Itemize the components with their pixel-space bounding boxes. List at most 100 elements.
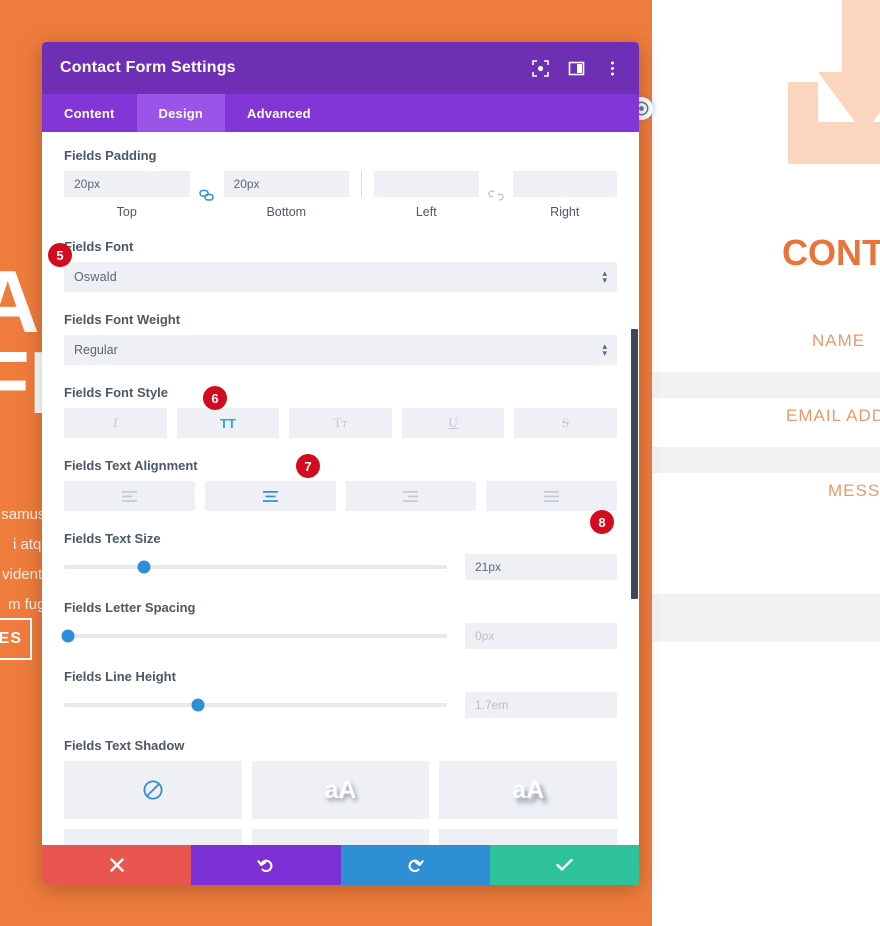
cancel-button[interactable] xyxy=(42,845,192,885)
group-fields-text-shadow: Fields Text Shadow aA aA xyxy=(64,738,617,845)
save-button[interactable] xyxy=(489,845,639,885)
label-fields-text-size: Fields Text Size xyxy=(64,531,161,546)
group-fields-font-weight: Fields Font Weight Regular ▴ ▾ xyxy=(64,312,617,365)
padding-top-caption: Top xyxy=(116,205,137,219)
align-center-button[interactable] xyxy=(204,481,336,511)
shadow-sample-4: aA xyxy=(325,844,357,846)
modal-body: Fields Padding 20px Top 20px Bottom Left… xyxy=(42,132,639,845)
small-caps-icon: Tт xyxy=(333,415,348,430)
group-fields-padding: Fields Padding 20px Top 20px Bottom Left… xyxy=(64,148,618,219)
italic-icon: I xyxy=(113,415,118,430)
redo-button[interactable] xyxy=(340,845,490,885)
font-style-button-group: I TT Tт U S xyxy=(64,408,617,438)
fields-font-value: Oswald xyxy=(74,270,117,284)
label-fields-text-shadow: Fields Text Shadow xyxy=(64,738,185,753)
slider-thumb[interactable] xyxy=(191,698,205,712)
focus-target-icon[interactable] xyxy=(531,59,549,77)
label-fields-font: Fields Font xyxy=(64,239,134,254)
text-shadow-4-button[interactable]: aA xyxy=(251,829,430,846)
undo-button[interactable] xyxy=(191,845,341,885)
text-size-slider[interactable] xyxy=(64,557,447,577)
padding-right-caption: Right xyxy=(550,205,580,219)
text-shadow-none-button[interactable] xyxy=(64,761,242,819)
page-cta-button[interactable]: ES xyxy=(0,618,32,660)
scrollbar-thumb[interactable] xyxy=(631,329,638,599)
line-height-input[interactable]: 1.7em xyxy=(465,692,617,718)
tab-content[interactable]: Content xyxy=(42,94,137,132)
shadow-sample-1: aA xyxy=(324,775,357,804)
page-contact-title: CONTACT xyxy=(782,232,880,273)
underline-icon: U xyxy=(448,415,458,430)
more-vertical-icon[interactable] xyxy=(603,59,621,77)
page-field-input-email[interactable] xyxy=(652,447,880,473)
letter-spacing-slider[interactable] xyxy=(61,626,447,646)
no-shadow-icon xyxy=(143,780,163,800)
layout-panel-icon[interactable] xyxy=(567,59,585,77)
padding-top-input[interactable]: 20px xyxy=(64,171,190,197)
line-height-slider[interactable] xyxy=(64,695,447,715)
group-fields-text-size: Fields Text Size 21px xyxy=(64,531,617,580)
padding-bottom-input[interactable]: 20px xyxy=(223,171,350,197)
label-fields-font-weight: Fields Font Weight xyxy=(64,312,181,327)
text-alignment-button-group xyxy=(64,481,617,511)
font-style-italic-button[interactable]: I xyxy=(64,408,167,438)
page-field-input-message[interactable] xyxy=(652,594,880,642)
fields-font-weight-select[interactable]: Regular ▴ ▾ xyxy=(64,335,617,365)
align-left-button[interactable] xyxy=(64,481,195,511)
text-shadow-3-button[interactable]: aA xyxy=(64,829,242,845)
shadow-sample-3: aA xyxy=(137,844,169,846)
link-top-bottom-icon[interactable] xyxy=(190,189,224,202)
slider-thumb[interactable] xyxy=(137,560,151,574)
fields-font-select[interactable]: Oswald ▴ ▾ xyxy=(64,262,617,292)
slider-thumb[interactable] xyxy=(61,629,75,643)
align-right-icon xyxy=(403,490,419,502)
padding-divider xyxy=(361,171,363,197)
check-icon xyxy=(556,858,573,871)
screen: AN FM samus e i atque vident, s m fuga. … xyxy=(0,0,880,926)
label-fields-letter-spacing: Fields Letter Spacing xyxy=(64,600,196,615)
font-style-uppercase-button[interactable]: TT xyxy=(176,408,280,438)
shadow-sample-2: aA xyxy=(512,775,545,804)
page-field-input-name[interactable] xyxy=(652,372,880,398)
select-arrows-icon: ▴ ▾ xyxy=(602,341,607,358)
undo-icon xyxy=(257,859,273,872)
group-fields-font: Fields Font Oswald ▴ ▾ xyxy=(64,239,617,292)
align-left-icon xyxy=(121,490,137,502)
padding-left-input[interactable] xyxy=(374,171,479,197)
text-shadow-1-button[interactable]: aA xyxy=(251,761,430,819)
shadow-sample-5: aA xyxy=(512,844,544,846)
label-fields-font-style: Fields Font Style xyxy=(64,385,169,400)
modal-scrollbar[interactable] xyxy=(631,132,639,845)
group-fields-font-style: Fields Font Style I TT Tт U S xyxy=(64,385,617,438)
font-style-strikethrough-button[interactable]: S xyxy=(514,408,617,438)
page-field-label-name: NAME xyxy=(812,331,866,350)
group-fields-line-height: Fields Line Height 1.7em xyxy=(64,669,617,718)
annotation-badge-7: 7 xyxy=(296,454,320,478)
close-icon xyxy=(109,858,124,872)
slider-track xyxy=(64,565,447,569)
align-justify-button[interactable] xyxy=(486,481,617,511)
decorative-arrow-graphic xyxy=(760,0,880,220)
fields-font-weight-value: Regular xyxy=(74,343,118,357)
font-style-underline-button[interactable]: U xyxy=(401,408,505,438)
align-right-button[interactable] xyxy=(345,481,477,511)
modal-header-icons xyxy=(531,59,621,77)
slider-track xyxy=(64,703,447,707)
align-justify-icon xyxy=(544,490,560,502)
text-shadow-2-button[interactable]: aA xyxy=(439,761,617,819)
annotation-badge-8: 8 xyxy=(590,510,614,534)
tab-advanced[interactable]: Advanced xyxy=(225,94,333,132)
page-cta-label: ES xyxy=(0,630,22,647)
link-left-right-icon[interactable] xyxy=(479,189,513,202)
padding-right-input[interactable] xyxy=(512,171,618,197)
tab-design[interactable]: Design xyxy=(136,94,226,132)
letter-spacing-input[interactable]: 0px xyxy=(465,623,617,649)
text-shadow-5-button[interactable]: aA xyxy=(439,829,617,845)
text-size-input[interactable]: 21px xyxy=(465,554,617,580)
page-field-label-email: EMAIL ADDRESS xyxy=(786,406,880,425)
font-style-smallcaps-button[interactable]: Tт xyxy=(289,408,392,438)
modal-title: Contact Form Settings xyxy=(60,59,236,76)
settings-modal: Contact Form Settings Content Design Adv… xyxy=(42,42,639,885)
padding-bottom-caption: Bottom xyxy=(266,205,307,219)
align-center-icon xyxy=(262,490,278,502)
